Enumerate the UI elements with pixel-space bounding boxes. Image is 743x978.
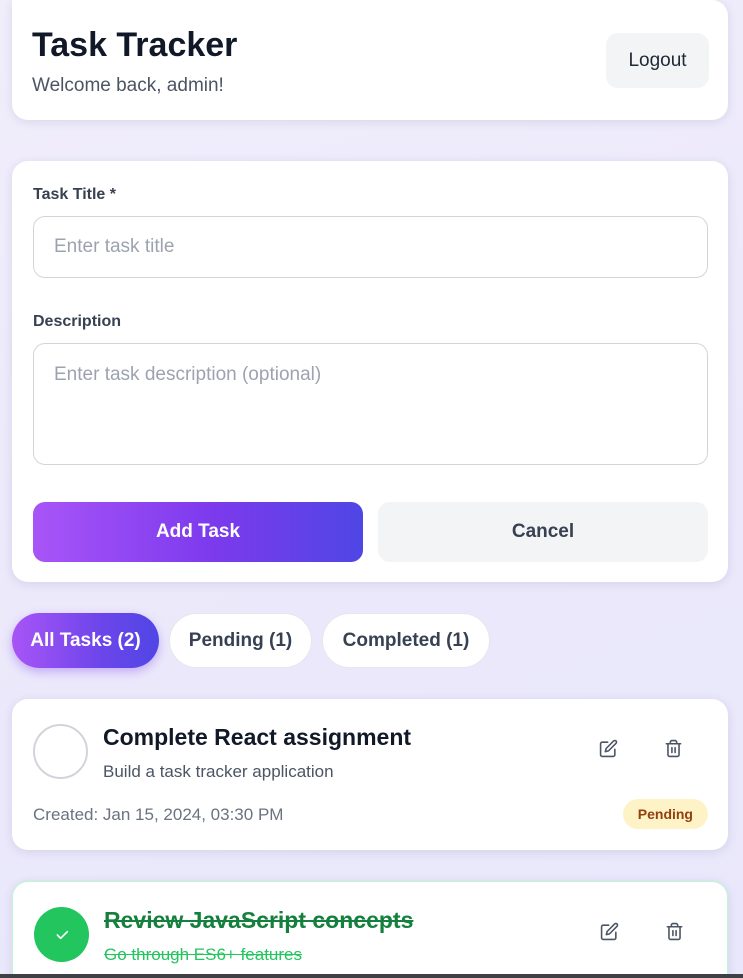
- window-bottom-edge: [0, 974, 743, 978]
- delete-button[interactable]: [659, 916, 689, 946]
- app-title: Task Tracker: [32, 26, 238, 64]
- filter-pending[interactable]: Pending (1): [169, 613, 312, 668]
- edit-icon: [600, 922, 618, 940]
- task-title: Review JavaScript concepts: [104, 907, 414, 933]
- welcome-message: Welcome back, admin!: [32, 75, 224, 96]
- edit-button[interactable]: [594, 916, 624, 946]
- filter-all-tasks[interactable]: All Tasks (2): [12, 613, 159, 668]
- task-title: Complete React assignment: [103, 724, 412, 750]
- task-title-label: Task Title *: [33, 186, 116, 203]
- edit-button[interactable]: [593, 733, 623, 763]
- task-item: Complete React assignment Build a task t…: [12, 699, 728, 850]
- task-created-date: Created: Jan 15, 2024, 03:30 PM: [33, 805, 284, 824]
- task-description: Build a task tracker application: [103, 762, 334, 781]
- task-title-input[interactable]: [33, 216, 708, 278]
- trash-icon: [665, 739, 681, 757]
- task-form: Task Title * Description Add Task Cancel: [12, 161, 728, 582]
- trash-icon: [666, 922, 682, 940]
- check-icon: [56, 930, 68, 939]
- add-task-button[interactable]: Add Task: [33, 502, 363, 562]
- delete-button[interactable]: [658, 733, 688, 763]
- task-item: Review JavaScript concepts Go through ES…: [12, 881, 728, 978]
- header-card: Task Tracker Welcome back, admin! Logout: [12, 0, 728, 120]
- description-input[interactable]: [33, 343, 708, 465]
- status-badge: Pending: [622, 799, 708, 829]
- filter-completed[interactable]: Completed (1): [322, 613, 490, 668]
- edit-icon: [599, 739, 617, 757]
- task-toggle-checkbox[interactable]: [33, 724, 88, 779]
- task-toggle-checkbox[interactable]: [34, 907, 89, 962]
- cancel-button[interactable]: Cancel: [378, 502, 708, 562]
- logout-button[interactable]: Logout: [606, 33, 709, 88]
- task-description: Go through ES6+ features: [104, 945, 302, 964]
- description-label: Description: [33, 313, 122, 330]
